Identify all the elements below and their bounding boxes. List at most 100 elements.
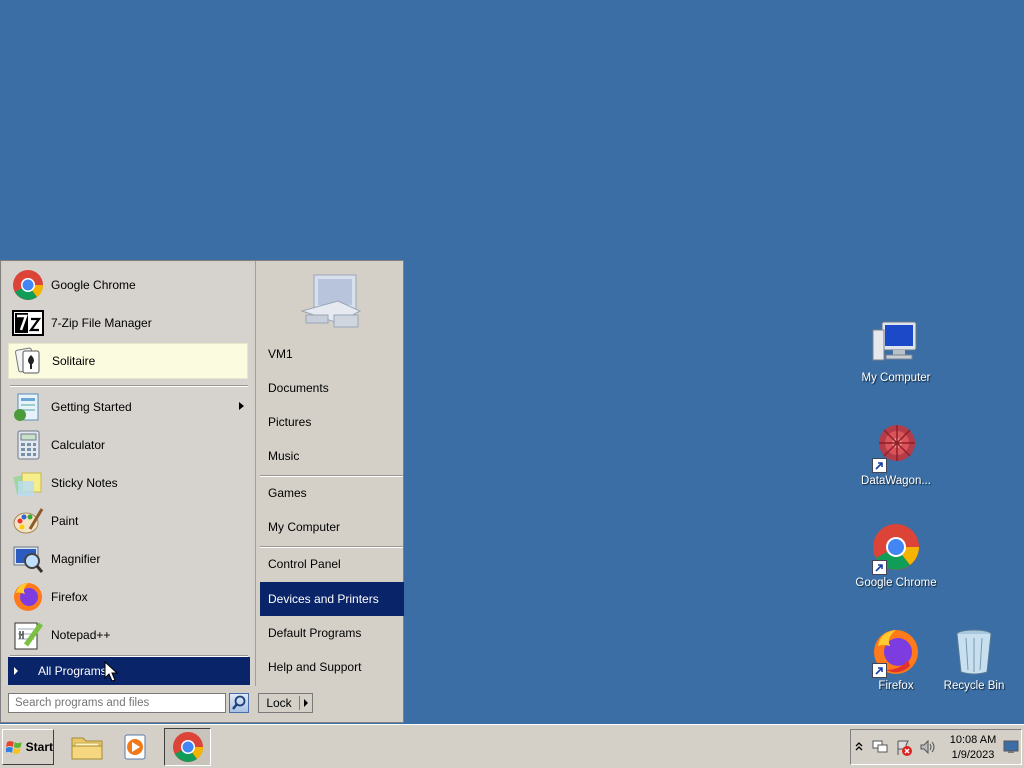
places-item-label: Pictures xyxy=(268,415,312,429)
volume-icon[interactable] xyxy=(919,739,937,755)
places-item-label: Help and Support xyxy=(268,660,362,674)
sticky-notes-icon xyxy=(12,467,44,499)
places-item-label: Control Panel xyxy=(268,557,341,571)
clock[interactable]: 10:08 AM 1/9/2023 xyxy=(947,733,999,763)
solitaire-icon xyxy=(13,345,45,377)
folder-icon xyxy=(71,737,103,760)
places-item-label: Music xyxy=(268,449,300,463)
taskbar: Start 10:08 AM 1/9/2023 xyxy=(0,724,1024,768)
desktop-icon-datawagon[interactable]: DataWagon... xyxy=(851,421,941,487)
start-button[interactable]: Start xyxy=(2,729,54,765)
start-item-google-chrome[interactable]: Google Chrome xyxy=(8,267,248,303)
computer-icon xyxy=(870,318,922,370)
places-item-label: VM1 xyxy=(268,347,293,361)
places-item-my-computer[interactable]: My Computer xyxy=(260,510,404,544)
datawagon-icon xyxy=(870,421,922,473)
network-icon[interactable] xyxy=(871,739,889,755)
start-item-magnifier[interactable]: Magnifier xyxy=(8,541,248,577)
shortcut-arrow-icon xyxy=(872,458,887,473)
magnifier-icon xyxy=(12,543,44,575)
places-item-control-panel[interactable]: Control Panel xyxy=(260,547,404,581)
places-item-music[interactable]: Music xyxy=(260,439,404,473)
desktop-icon-my-computer[interactable]: My Computer xyxy=(851,318,941,384)
start-menu: Google Chrome 7-Zip File Manager Solitai… xyxy=(0,260,404,723)
getting-started-icon xyxy=(12,391,44,423)
shutdown-options-arrow-icon[interactable] xyxy=(304,699,308,707)
start-item-label: Paint xyxy=(51,514,79,528)
places-item-vm1[interactable]: VM1 xyxy=(260,337,404,371)
clock-date: 1/9/2023 xyxy=(951,749,995,761)
start-label: Start xyxy=(25,740,53,754)
places-item-devices-and-printers[interactable]: Devices and Printers xyxy=(260,582,404,616)
desktop-icon-label: DataWagon... xyxy=(861,475,931,487)
expand-arrow-icon xyxy=(14,667,18,675)
start-menu-programs-pane: Google Chrome 7-Zip File Manager Solitai… xyxy=(3,263,253,686)
shortcut-arrow-icon xyxy=(872,663,887,678)
places-item-label: Default Programs xyxy=(268,626,362,640)
start-item-sticky-notes[interactable]: Sticky Notes xyxy=(8,465,248,501)
start-item-label: Sticky Notes xyxy=(51,476,118,490)
taskbar-media-player-button[interactable] xyxy=(116,728,156,766)
chrome-icon xyxy=(12,269,44,301)
start-item-solitaire[interactable]: Solitaire xyxy=(8,343,248,379)
start-item-paint[interactable]: Paint xyxy=(8,503,248,539)
clock-time: 10:08 AM xyxy=(949,734,997,746)
all-programs-label: All Programs xyxy=(38,664,107,678)
start-item-calculator[interactable]: Calculator xyxy=(8,427,248,463)
desktop-icon-google-chrome[interactable]: Google Chrome xyxy=(851,523,941,589)
start-item-label: Getting Started xyxy=(51,400,132,414)
start-item-label: Calculator xyxy=(51,438,106,452)
start-item-notepadpp[interactable]: Notepad++ xyxy=(8,617,248,653)
places-item-games[interactable]: Games xyxy=(260,476,404,510)
submenu-arrow-icon xyxy=(239,402,244,410)
start-menu-divider xyxy=(10,385,248,387)
places-item-label: Games xyxy=(268,486,307,500)
search-button[interactable] xyxy=(229,693,249,713)
desktop-icon-label: My Computer xyxy=(861,372,931,384)
start-item-label: Magnifier xyxy=(51,552,101,566)
desktop-icon-label: Google Chrome xyxy=(855,577,937,589)
start-item-label: Google Chrome xyxy=(51,278,136,292)
calculator-icon xyxy=(12,429,44,461)
places-item-documents[interactable]: Documents xyxy=(260,371,404,405)
places-item-label: Devices and Printers xyxy=(268,592,379,606)
show-desktop-icon[interactable] xyxy=(1003,740,1019,754)
desktop-icon-label: Firefox xyxy=(878,680,914,692)
places-item-pictures[interactable]: Pictures xyxy=(260,405,404,439)
firefox-icon xyxy=(870,626,922,678)
start-menu-places-pane: VM1 Documents Pictures Music Games My Co… xyxy=(255,261,404,686)
start-item-firefox[interactable]: Firefox xyxy=(8,579,248,615)
places-item-help-and-support[interactable]: Help and Support xyxy=(260,650,404,684)
notepadpp-icon xyxy=(12,619,44,651)
search-icon xyxy=(232,695,246,710)
all-programs-button[interactable]: All Programs xyxy=(8,657,250,685)
start-item-label: Solitaire xyxy=(52,354,96,368)
start-item-label: Notepad++ xyxy=(51,628,111,642)
chrome-icon xyxy=(870,523,922,575)
media-player-icon xyxy=(124,734,146,760)
places-item-label: My Computer xyxy=(268,520,341,534)
chrome-icon xyxy=(172,732,203,762)
taskbar-explorer-button[interactable] xyxy=(67,728,107,766)
system-tray: 10:08 AM 1/9/2023 xyxy=(850,729,1022,765)
firefox-icon xyxy=(12,581,44,613)
recycle-bin-icon xyxy=(948,626,1000,678)
start-item-7zip[interactable]: 7-Zip File Manager xyxy=(8,305,248,341)
7zip-icon xyxy=(12,307,44,339)
windows-logo-icon xyxy=(6,741,22,754)
user-picture xyxy=(298,271,364,334)
desktop-icon-label: Recycle Bin xyxy=(943,680,1005,692)
places-item-default-programs[interactable]: Default Programs xyxy=(260,616,404,650)
lock-button[interactable]: Lock xyxy=(258,693,313,713)
mouse-cursor-icon xyxy=(104,661,118,682)
desktop-icon-firefox[interactable]: Firefox xyxy=(851,626,941,692)
taskbar-chrome-button[interactable] xyxy=(164,728,211,766)
show-hidden-icons-chevron-icon[interactable] xyxy=(855,741,863,751)
desktop-icon-recycle-bin[interactable]: Recycle Bin xyxy=(929,626,1019,692)
action-center-flag-icon[interactable] xyxy=(895,739,913,757)
start-item-getting-started[interactable]: Getting Started xyxy=(8,389,248,425)
search-input[interactable] xyxy=(8,693,226,713)
start-item-label: 7-Zip File Manager xyxy=(51,316,152,330)
lock-label: Lock xyxy=(259,696,300,710)
shortcut-arrow-icon xyxy=(872,560,887,575)
